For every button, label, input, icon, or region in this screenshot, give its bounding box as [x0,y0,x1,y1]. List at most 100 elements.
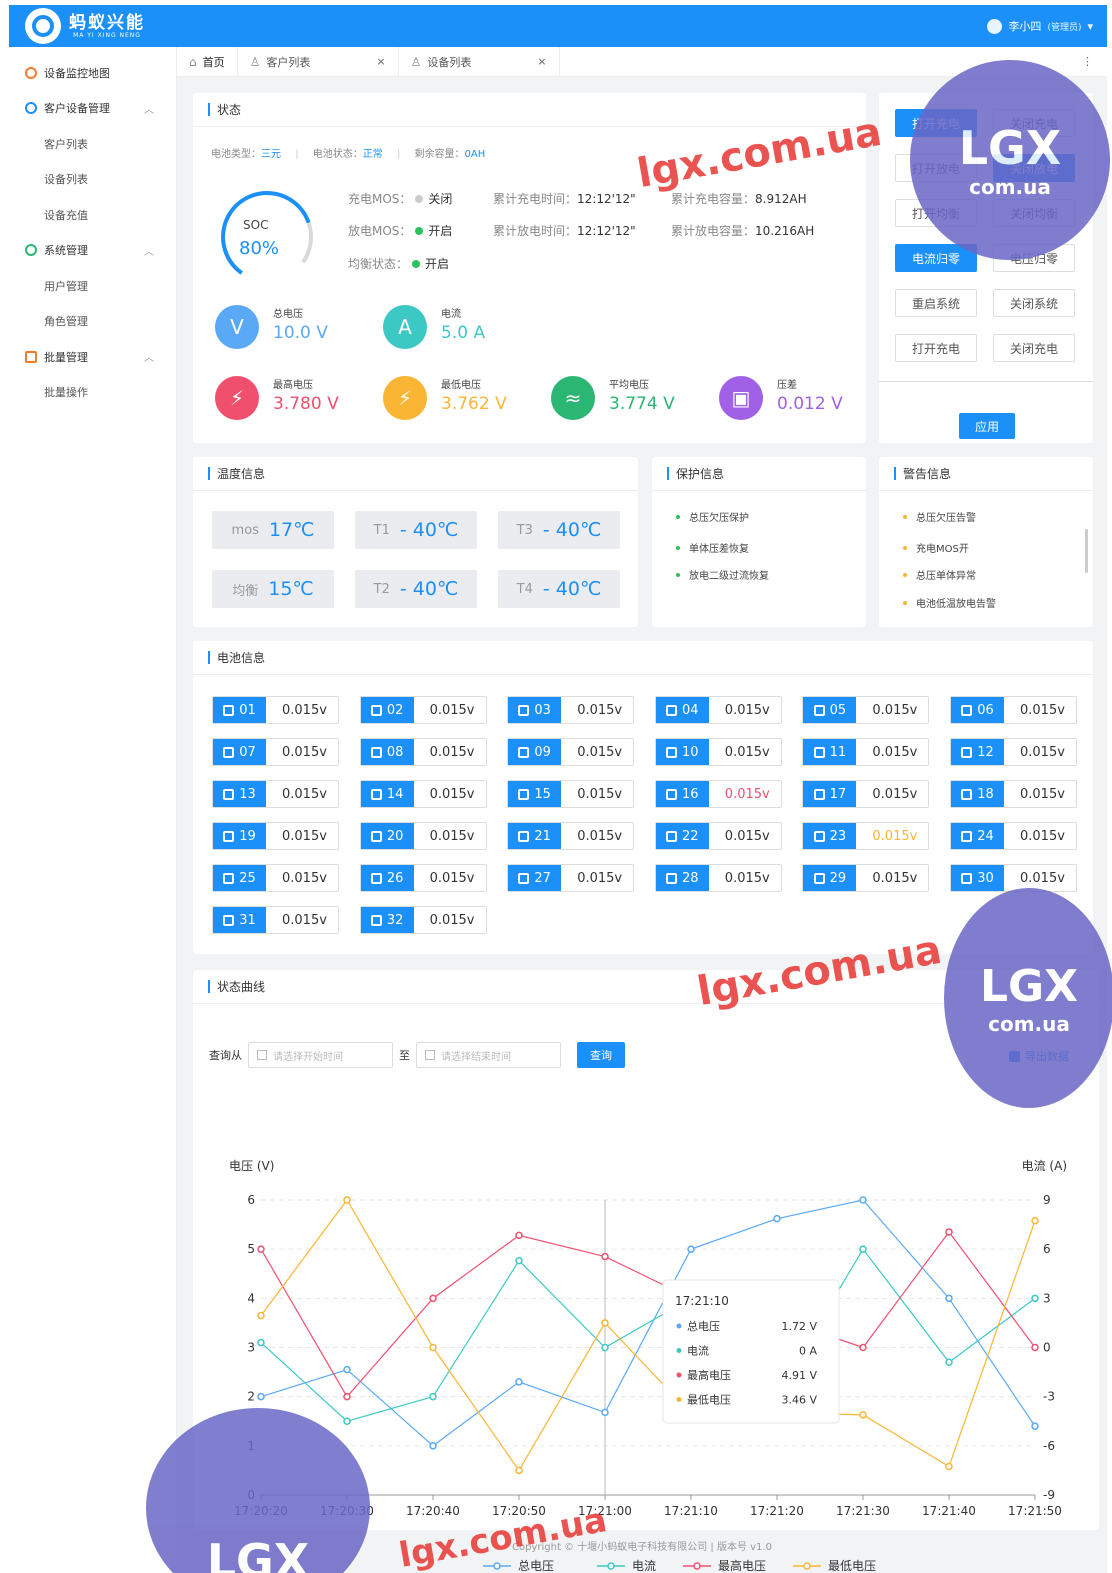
footer-copyright: Copyright © 十堰小蚂蚁电子科技有限公司 | 版本号 v1.0 [512,1542,772,1553]
more-icon[interactable]: ⋮ [1082,55,1093,68]
tab-0[interactable]: ⌂ 首页 [177,46,238,77]
control-button-6[interactable]: 电流归零 [895,244,977,272]
sidebar-item-7[interactable]: 角色管理 [9,304,176,340]
chip-icon [223,914,235,926]
battery-cell: 23 0.015v [802,822,930,850]
cell-id: 13 [213,781,266,807]
cell-id: 20 [360,823,414,849]
sidebar-item-1[interactable]: 客户设备管理 ︿ [9,91,176,127]
battery-type: 三元 [261,149,281,160]
sidebar-item-0[interactable]: 设备监控地图 [9,55,176,91]
close-icon[interactable]: × [537,55,546,68]
legend-label: 电流 [632,1559,656,1573]
battery-cell: 15 0.015v [507,780,635,808]
chip-icon [666,872,678,884]
tooltip-series-name: 最高电压 [687,1368,731,1382]
cell-voltage: 0.015v [872,870,918,886]
x-tick-label: 17:21:20 [750,1504,804,1518]
control-button-3[interactable]: 关闭放电 [993,154,1075,182]
control-button-0[interactable]: 打开充电 [895,109,977,137]
bullet-icon [903,600,907,605]
legend-item[interactable]: 最高电压 [683,1558,766,1573]
balance-state: 均衡状态： 开启 [348,257,450,271]
scrollbar[interactable] [1085,529,1088,573]
cell-voltage: 0.015v [429,912,475,928]
metric-5: ▣ 压差 0.012 V [719,376,843,420]
chevron-up-icon[interactable]: ︿ [144,349,154,364]
bullet-icon [676,572,680,577]
temp-item: T4 - 40℃ [498,570,620,608]
control-button-8[interactable]: 重启系统 [895,289,977,317]
apply-button[interactable]: 应用 [959,413,1015,439]
cell-voltage: 0.015v [724,744,770,760]
cell-voltage: 0.015v [282,744,327,760]
y2-axis-label: 电流 (A) [1022,1159,1067,1173]
cell-id: 25 [213,865,266,891]
control-button-5[interactable]: 关闭均衡 [993,199,1075,227]
sidebar-item-3[interactable]: 设备列表 [9,162,176,198]
cell-voltage: 0.015v [872,786,918,802]
battery-cell: 04 0.015v [654,696,782,724]
y-axis-label: 电压 (V) [229,1159,274,1173]
sidebar-item-6[interactable]: 用户管理 [9,268,176,304]
battery-cell: 10 0.015v [654,738,782,766]
control-button-7[interactable]: 电压归零 [993,244,1075,272]
sidebar-item-5[interactable]: 系统管理 ︿ [9,233,176,269]
tab-1[interactable]: ♙ 客户列表 × [238,46,399,77]
metric-2: ⚡ 最高电压 3.780 V [215,376,339,420]
legend-item[interactable]: 最低电压 [793,1559,876,1573]
cell-voltage: 0.015v [1020,828,1065,844]
chip-icon [666,746,678,758]
ant-logo-icon [25,8,61,44]
bullet-icon [676,514,680,519]
battery-state: 正常 [362,149,383,160]
metric-icon: ≈ [551,376,595,420]
tooltip-value: 1.72 V [781,1320,817,1333]
cell-id: 05 [803,697,857,723]
chip-icon [813,704,825,716]
control-button-10[interactable]: 打开充电 [895,334,977,362]
cell-id: 17 [803,781,857,807]
chip-icon [223,830,235,842]
chip-icon [961,746,973,758]
metric-4: ≈ 平均电压 3.774 V [551,376,675,420]
chip-icon [370,746,382,758]
control-button-4[interactable]: 打开均衡 [895,199,977,227]
y-tick-label: 3 [247,1341,255,1355]
tooltip-value: 4.91 V [781,1369,817,1382]
close-icon[interactable]: × [376,55,385,68]
cell-voltage: 0.015v [724,828,770,844]
user-menu[interactable]: 李小四 (管理员) ▾ [987,18,1093,34]
status-chart: 电压 (V) 电流 (A) 0 1 2 3 4 5 6 -9 -6 -3 0 3 6 9 17:20:20 17:… [229,1159,1067,1573]
brand-logo[interactable]: 蚂蚁兴能 MA YI XING NENG [25,8,145,44]
cell-id: 28 [655,865,709,891]
chip-icon [370,914,382,926]
cell-id: 23 [803,823,857,849]
temp-value: - 40℃ [399,519,459,541]
temp-label: T1 [373,522,390,538]
sidebar-item-2[interactable]: 客户列表 [9,126,176,162]
chip-icon [813,830,825,842]
control-button-2[interactable]: 打开放电 [895,154,977,182]
legend-item[interactable]: 总电压 [483,1559,554,1573]
y2-tick-label: 0 [1043,1341,1051,1355]
cell-voltage: 0.015v [872,702,918,718]
user-name: 李小四 [1008,20,1042,33]
tab-2[interactable]: ♙ 设备列表 × [399,46,560,77]
sidebar-item-9[interactable]: 批量操作 [9,375,176,411]
metric-icon: ▣ [719,376,763,420]
x-tick-label: 17:21:50 [1008,1504,1062,1518]
sidebar-item-8[interactable]: 批量管理 ︿ [9,339,176,375]
control-button-11[interactable]: 关闭充电 [993,334,1075,362]
chevron-up-icon[interactable]: ︿ [144,101,154,116]
control-button-1[interactable]: 关闭充电 [993,109,1075,137]
protection-title: 保护信息 [652,457,866,491]
sidebar-item-4[interactable]: 设备充值 [9,197,176,233]
control-button-9[interactable]: 关闭系统 [993,289,1075,317]
status-dot-icon [415,194,424,203]
chip-icon [961,704,973,716]
chevron-up-icon[interactable]: ︿ [144,243,154,258]
charge-time: 累计充电时间：12:12'12" [493,192,636,206]
battery-cell: 20 0.015v [359,822,487,850]
legend-item[interactable]: 电流 [597,1559,656,1573]
